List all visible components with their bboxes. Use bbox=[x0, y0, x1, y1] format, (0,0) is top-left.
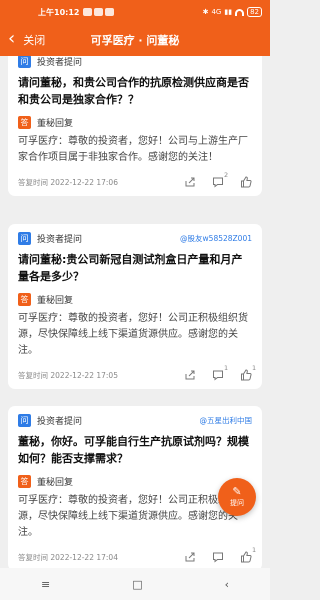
board-reply-label: 董秘回复 bbox=[37, 478, 74, 488]
asker-name[interactable]: @股友w58528Z001 bbox=[180, 233, 252, 244]
status-right: ✱ 4G ▮▮ 82 bbox=[203, 7, 262, 17]
question-header: 问 投资者提问 @五星出利中国 bbox=[18, 414, 252, 427]
answer-text: 可孚医疗：尊敬的投资者，您好！公司正积极组织货源，尽快保障线上线下渠道货源供应。… bbox=[18, 495, 248, 538]
like-count: 1 bbox=[252, 364, 257, 372]
pen-icon: ✎ bbox=[232, 485, 242, 498]
top-bar: 上午10:12 ✱ 4G ▮▮ 82 ‹ 关闭 可孚医疗 · 问董秘 bbox=[0, 0, 270, 56]
like-icon[interactable]: 1 bbox=[240, 546, 256, 563]
question-header: 问 投资者提问 bbox=[18, 56, 252, 68]
investor-ask-label: 投资者提问 bbox=[37, 58, 83, 68]
answer-icon: 答 bbox=[18, 293, 31, 306]
qa-card[interactable]: 问 投资者提问 @股友w58528Z001 请问董秘:贵公司新冠自测试剂盒日产量… bbox=[8, 224, 262, 389]
answer-icon: 答 bbox=[18, 475, 31, 488]
back-icon[interactable]: ‹ bbox=[225, 578, 229, 591]
card-footer: 答复时间 2022-12-22 17:05 1 1 bbox=[18, 364, 256, 383]
question-text[interactable]: 请问董秘，和贵公司合作的抗原检测供应商是否和贵公司是独家合作？？ bbox=[18, 74, 252, 108]
share-icon[interactable] bbox=[184, 176, 196, 188]
notification-icons bbox=[83, 8, 115, 16]
reply-time: 答复时间 2022-12-22 17:04 bbox=[18, 552, 118, 562]
system-nav-bar: ≡ □ ‹ bbox=[0, 568, 270, 600]
investor-ask-label: 投资者提问 bbox=[37, 417, 83, 427]
reply-time: 答复时间 2022-12-22 17:05 bbox=[18, 370, 118, 380]
comment-icon[interactable]: 2 bbox=[212, 171, 228, 188]
answer-text: 可孚医疗：尊敬的投资者，您好！公司正积极组织货源，尽快保障线上线下渠道货源供应。… bbox=[18, 313, 248, 356]
question-header: 问 投资者提问 @股友w58528Z001 bbox=[18, 232, 252, 245]
close-button[interactable]: 关闭 bbox=[23, 32, 45, 48]
answer-header: 答 董秘回复 bbox=[18, 475, 252, 488]
like-icon[interactable] bbox=[240, 176, 252, 188]
like-icon[interactable]: 1 bbox=[240, 364, 256, 381]
ask-question-button[interactable]: ✎ 提问 bbox=[218, 478, 256, 516]
wifi-icon bbox=[235, 8, 245, 16]
qa-card[interactable]: 问 投资者提问 请问董秘，和贵公司合作的抗原检测供应商是否和贵公司是独家合作？？… bbox=[8, 56, 262, 196]
battery-icon: 82 bbox=[247, 7, 262, 17]
comment-icon[interactable] bbox=[212, 551, 224, 563]
ask-question-label: 提问 bbox=[230, 499, 244, 507]
signal-icon: ▮▮ bbox=[224, 8, 233, 16]
question-icon: 问 bbox=[18, 414, 31, 427]
card-footer: 答复时间 2022-12-22 17:06 2 bbox=[18, 171, 252, 190]
home-icon[interactable]: □ bbox=[132, 578, 142, 591]
question-icon: 问 bbox=[18, 232, 31, 245]
comment-count: 2 bbox=[224, 171, 229, 179]
board-reply-label: 董秘回复 bbox=[37, 119, 74, 129]
nav-bar: ‹ 关闭 可孚医疗 · 问董秘 bbox=[0, 24, 270, 56]
answer-text: 可孚医疗：尊敬的投资者，您好！公司与上游生产厂家合作项目属于非独家合作。感谢您的… bbox=[18, 136, 248, 163]
status-time: 上午10:12 bbox=[38, 7, 80, 17]
board-reply-label: 董秘回复 bbox=[37, 296, 74, 306]
investor-ask-label: 投资者提问 bbox=[37, 235, 83, 245]
bluetooth-icon: ✱ bbox=[202, 8, 209, 16]
comment-icon[interactable]: 1 bbox=[212, 364, 228, 381]
share-icon[interactable] bbox=[184, 369, 196, 381]
reply-time: 答复时间 2022-12-22 17:06 bbox=[18, 177, 118, 187]
chevron-left-icon[interactable]: ‹ bbox=[8, 30, 15, 48]
like-count: 1 bbox=[252, 546, 257, 554]
comment-count: 1 bbox=[224, 364, 229, 372]
status-bar: 上午10:12 ✱ 4G ▮▮ 82 bbox=[0, 0, 270, 24]
answer-icon: 答 bbox=[18, 116, 31, 129]
menu-icon[interactable]: ≡ bbox=[41, 578, 50, 591]
share-icon[interactable] bbox=[184, 551, 196, 563]
network-label: 4G bbox=[211, 8, 222, 16]
question-text[interactable]: 请问董秘:贵公司新冠自测试剂盒日产量和月产量各是多少？ bbox=[18, 251, 252, 285]
card-footer: 答复时间 2022-12-22 17:04 1 bbox=[18, 546, 256, 565]
answer-header: 答 董秘回复 bbox=[18, 116, 252, 129]
answer-header: 答 董秘回复 bbox=[18, 293, 252, 306]
question-icon: 问 bbox=[18, 56, 31, 68]
question-text[interactable]: 董秘，你好。可孚能自行生产抗原试剂吗？规模如何？能否支撑需求？ bbox=[18, 433, 252, 467]
asker-name[interactable]: @五星出利中国 bbox=[200, 415, 253, 426]
